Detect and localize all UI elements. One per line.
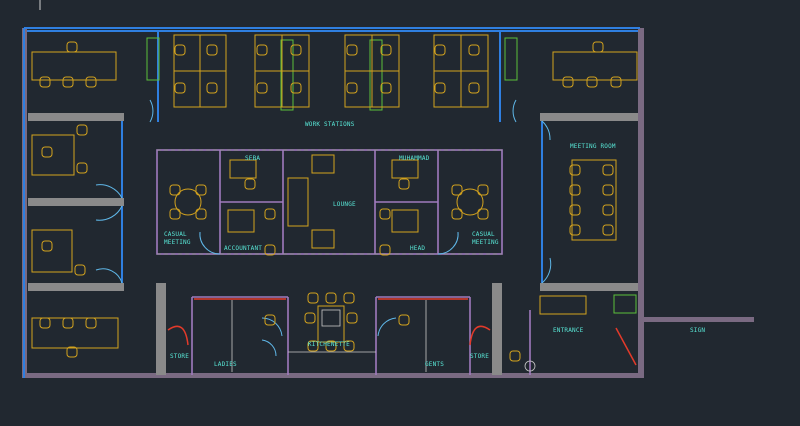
central-core xyxy=(156,149,503,255)
workstations xyxy=(173,34,489,108)
chair-icon xyxy=(610,76,622,88)
chair-icon xyxy=(39,76,51,88)
chair-icon xyxy=(509,350,521,362)
chair-icon xyxy=(264,208,276,220)
chair-icon xyxy=(244,178,256,190)
chair-icon xyxy=(592,41,604,53)
label-casual-right-1: CASUAL xyxy=(472,231,495,238)
chairs xyxy=(39,41,622,362)
core-furniture xyxy=(174,154,587,372)
chair-icon xyxy=(398,178,410,190)
chair-icon xyxy=(62,317,74,329)
label-entrance: ENTRANCE xyxy=(553,327,584,334)
chair-icon xyxy=(434,82,446,94)
chair-icon xyxy=(468,82,480,94)
chair-icon xyxy=(39,317,51,329)
label-work-stations: WORK STATIONS xyxy=(305,121,355,128)
chair-icon xyxy=(379,208,391,220)
label-store-left: STORE xyxy=(170,353,189,360)
chair-icon xyxy=(76,124,88,136)
chair-icon xyxy=(346,82,358,94)
chair-icon xyxy=(468,44,480,56)
label-kitchenette: KITCHENETTE xyxy=(308,341,350,348)
chair-icon xyxy=(398,314,410,326)
chair-icon xyxy=(76,162,88,174)
label-casual-left-2: MEETING xyxy=(164,239,191,246)
chair-icon xyxy=(206,44,218,56)
chair-icon xyxy=(256,82,268,94)
chair-icon xyxy=(586,76,598,88)
chair-icon xyxy=(85,317,97,329)
room-labels: WORK STATIONS MEETING ROOM SEBA MUHAMMAD… xyxy=(164,121,705,368)
label-casual-left-1: CASUAL xyxy=(164,231,187,238)
chair-icon xyxy=(346,312,358,324)
chair-icon xyxy=(602,164,614,176)
chair-icon xyxy=(74,264,86,276)
chair-icon xyxy=(602,184,614,196)
chair-icon xyxy=(304,312,316,324)
chair-icon xyxy=(62,76,74,88)
chair-icon xyxy=(346,44,358,56)
office-partitions xyxy=(28,113,638,375)
label-sign: SIGN xyxy=(690,327,705,334)
chair-icon xyxy=(85,76,97,88)
label-casual-right-2: MEETING xyxy=(472,239,499,246)
chair-icon xyxy=(41,240,53,252)
chair-icon xyxy=(256,44,268,56)
chair-icon xyxy=(174,44,186,56)
chair-icon xyxy=(66,41,78,53)
label-accountant: ACCOUNTANT xyxy=(224,245,262,252)
outer-walls xyxy=(22,28,754,378)
chair-icon xyxy=(343,292,355,304)
label-muhammad: MUHAMMAD xyxy=(399,155,430,162)
floor-plan-drawing: WORK STATIONS MEETING ROOM SEBA MUHAMMAD… xyxy=(22,0,754,378)
service-rooms xyxy=(167,296,637,375)
chair-icon xyxy=(434,44,446,56)
label-store-right: STORE xyxy=(470,353,489,360)
chair-icon xyxy=(206,82,218,94)
chair-icon xyxy=(602,204,614,216)
chair-icon xyxy=(562,76,574,88)
label-head: HEAD xyxy=(410,245,425,252)
label-ladies: LADIES xyxy=(214,361,237,368)
chair-icon xyxy=(307,292,319,304)
chair-icon xyxy=(41,146,53,158)
chair-icon xyxy=(602,224,614,236)
chair-icon xyxy=(174,82,186,94)
label-meeting-room: MEETING ROOM xyxy=(570,143,616,150)
chair-icon xyxy=(325,292,337,304)
label-seba: SEBA xyxy=(245,155,260,162)
label-gents: GENTS xyxy=(425,361,444,368)
label-lounge: LOUNGE xyxy=(333,201,356,208)
